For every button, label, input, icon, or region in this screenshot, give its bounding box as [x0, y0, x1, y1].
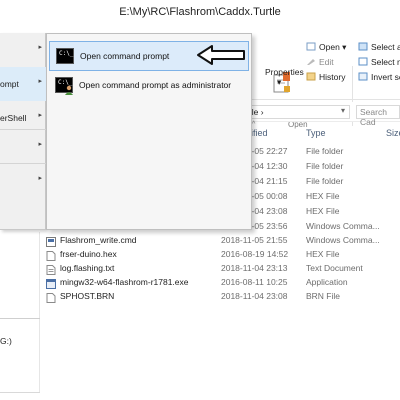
open-button[interactable]: Open ▾	[306, 42, 346, 53]
file-date: 2018-11-04 23:08	[221, 291, 288, 301]
edit-icon	[307, 59, 315, 65]
file-name: mingw32-w64-flashrom-r1781.exe	[60, 277, 189, 287]
navigation-pane	[0, 232, 40, 392]
select-all-label: Select all	[371, 42, 400, 52]
history-icon	[306, 72, 316, 81]
history-button[interactable]: History	[306, 72, 345, 82]
file-icon	[46, 293, 56, 303]
select-all-button[interactable]: Select all	[358, 42, 400, 52]
history-label: History	[319, 72, 346, 82]
invert-selection-button[interactable]: Invert se	[358, 72, 400, 82]
file-type: BRN File	[306, 291, 341, 301]
open-dropdown-icon: ▾	[342, 42, 347, 52]
select-none-button[interactable]: Select no	[358, 57, 400, 67]
file-type: HEX File	[306, 191, 340, 201]
drive-item[interactable]: G:)	[0, 336, 12, 346]
file-type: Windows Comma...	[306, 235, 380, 245]
submenu-arrow-icon: ▸	[38, 175, 42, 182]
submenu-arrow-icon: ▸	[38, 112, 42, 119]
file-date: 2016-08-11 10:25	[221, 277, 288, 287]
file-date: 2018-11-05 21:55	[221, 235, 288, 245]
script-file-icon	[46, 237, 56, 247]
invert-selection-icon	[358, 72, 368, 81]
file-name: Flashrom_write.cmd	[60, 235, 137, 245]
file-icon	[46, 251, 56, 261]
pointer-arrow-icon	[197, 45, 245, 65]
window-title: E:\My\RC\Flashrom\Caddx.Turtle	[119, 6, 281, 18]
column-type[interactable]: Type	[306, 128, 326, 138]
status-divider	[0, 392, 40, 393]
file-type: File folder	[306, 176, 344, 186]
edit-label: Edit	[319, 57, 334, 67]
context-menu-item-command-prompt[interactable]: ompt ▸	[0, 67, 46, 101]
file-date: 2018-11-04 23:13	[221, 263, 288, 273]
file-name: log.flashing.txt	[60, 263, 115, 273]
select-all-icon	[358, 42, 368, 51]
title-bar: E:\My\RC\Flashrom\Caddx.Turtle	[0, 0, 400, 30]
command-prompt-icon: C:\_	[56, 48, 74, 64]
file-type: File folder	[306, 146, 344, 156]
file-type: Application	[306, 277, 348, 287]
submenu-item-label: Open command prompt	[80, 51, 170, 61]
properties-button[interactable]: Properties	[265, 67, 304, 77]
navigation-divider	[0, 318, 40, 319]
breadcrumb-separator-icon[interactable]: ›	[261, 107, 264, 117]
submenu-arrow-icon: ▸	[38, 141, 42, 148]
open-command-prompt-admin-item[interactable]: C:\_ Open command prompt as administrato…	[49, 71, 249, 101]
context-menu-item[interactable]: ▸	[0, 33, 46, 67]
file-name: frser-duino.hex	[60, 249, 117, 259]
edit-button[interactable]: Edit	[306, 57, 334, 67]
context-menu-item-label: erShell	[0, 113, 27, 123]
submenu-item-label: Open command prompt as administrator	[79, 80, 232, 90]
file-row[interactable]: log.flashing.txt 2018-11-04 23:13 Text D…	[0, 263, 400, 277]
file-type: HEX File	[306, 206, 340, 216]
file-type: Windows Comma...	[306, 221, 380, 231]
select-none-icon	[358, 57, 368, 66]
invert-selection-label: Invert se	[371, 72, 400, 82]
file-date: 2016-08-19 14:52	[221, 249, 289, 259]
file-row[interactable]: frser-duino.hex 2016-08-19 14:52 HEX Fil…	[0, 249, 400, 263]
search-input[interactable]: Search Cad	[356, 105, 400, 127]
select-none-label: Select no	[371, 57, 400, 67]
context-menu-item[interactable]: ▸	[0, 164, 46, 198]
submenu-arrow-icon: ▸	[38, 78, 42, 85]
context-menu-item[interactable]: ▸	[0, 130, 46, 164]
file-type: Text Document	[306, 263, 363, 273]
context-menu: ▸ ompt ▸ erShell ▸ ▸ ▸	[0, 33, 46, 230]
file-row[interactable]: Flashrom_write.cmd 2018-11-05 21:55 Wind…	[0, 235, 400, 249]
file-name: SPHOST.BRN	[60, 291, 115, 301]
text-file-icon	[46, 265, 56, 275]
open-label: Open	[319, 42, 340, 52]
file-row[interactable]: mingw32-w64-flashrom-r1781.exe 2016-08-1…	[0, 277, 400, 291]
application-icon	[46, 279, 56, 289]
address-dropdown-icon[interactable]: ▾	[341, 106, 345, 115]
admin-user-icon	[65, 85, 73, 95]
file-type: File folder	[306, 161, 344, 171]
context-menu-item-label: ompt	[0, 79, 19, 89]
file-row[interactable]: SPHOST.BRN 2018-11-04 23:08 BRN File	[0, 291, 400, 305]
open-icon	[306, 42, 316, 51]
properties-label: Properties	[265, 67, 304, 77]
submenu-arrow-icon: ▸	[38, 44, 42, 51]
command-prompt-admin-icon: C:\_	[55, 77, 73, 95]
file-type: HEX File	[306, 249, 340, 259]
properties-dropdown-icon[interactable]: ▾	[277, 77, 281, 88]
column-size[interactable]: Size	[386, 128, 400, 138]
sort-indicator-icon: ^	[252, 121, 256, 128]
